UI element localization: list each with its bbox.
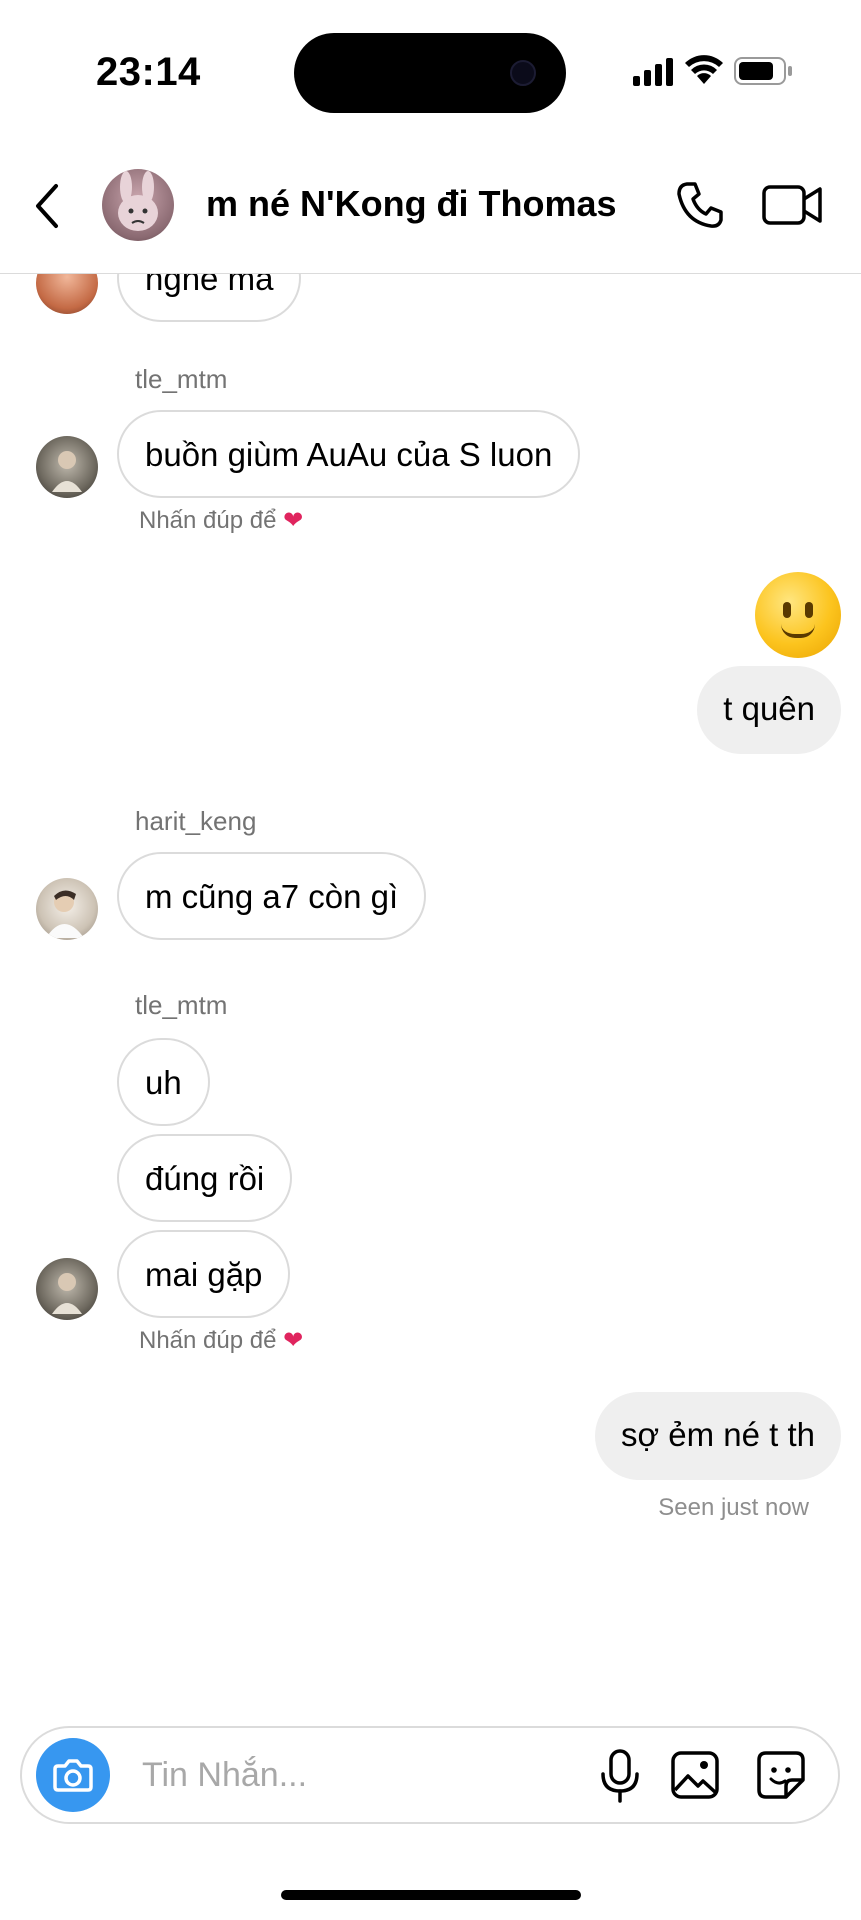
microphone-icon[interactable] (597, 1748, 643, 1804)
cellular-signal-icon (633, 58, 673, 86)
double-tap-hint: Nhấn đúp để ❤ (139, 1327, 304, 1354)
message-bubble[interactable]: đúng rồi (117, 1134, 293, 1222)
double-tap-hint: Nhấn đúp để ❤ (139, 507, 304, 534)
avatar[interactable] (36, 436, 98, 498)
camera-icon (53, 1759, 93, 1792)
avatar[interactable] (36, 274, 98, 314)
message-composer (20, 1726, 840, 1824)
front-camera (510, 60, 536, 86)
message-bubble[interactable]: buồn giùm AuAu của S luon (117, 410, 581, 498)
message-bubble[interactable]: mai gặp (117, 1230, 291, 1318)
gallery-icon[interactable] (670, 1750, 720, 1800)
group-avatar[interactable] (102, 169, 174, 241)
message-list[interactable]: nghe mà tle_mtm buồn giùm AuAu của S luo… (0, 274, 861, 1714)
slightly-smiling-face-emoji[interactable] (755, 572, 841, 658)
avatar[interactable] (36, 878, 98, 940)
message-input[interactable] (142, 1748, 582, 1802)
sender-username: tle_mtm (135, 990, 228, 1020)
seen-status: Seen just now (658, 1494, 809, 1521)
message-bubble-outgoing[interactable]: sợ ẻm né t th (594, 1392, 841, 1480)
message-bubble[interactable]: m cũng a7 còn gì (117, 852, 427, 940)
wifi-icon (685, 55, 723, 84)
status-bar: 23:14 (0, 0, 861, 130)
heart-icon: ❤ (283, 1327, 304, 1354)
heart-icon: ❤ (283, 507, 304, 534)
sticker-icon[interactable] (756, 1750, 806, 1800)
video-call-icon[interactable] (762, 184, 824, 226)
chat-title[interactable]: m né N'Kong đi Thomas (206, 183, 617, 225)
phone-call-icon[interactable] (675, 180, 725, 230)
chat-header: m né N'Kong đi Thomas (0, 150, 861, 274)
sender-username: tle_mtm (135, 364, 228, 394)
message-bubble-outgoing[interactable]: t quên (697, 666, 841, 754)
message-bubble[interactable]: uh (117, 1038, 210, 1126)
status-time: 23:14 (96, 50, 201, 94)
avatar[interactable] (36, 1258, 98, 1320)
sender-username: harit_keng (135, 806, 257, 836)
camera-button[interactable] (36, 1738, 110, 1812)
battery-icon (734, 57, 792, 85)
home-indicator[interactable] (281, 1890, 581, 1900)
message-bubble[interactable]: nghe mà (117, 274, 302, 322)
back-chevron-icon[interactable] (28, 180, 68, 232)
